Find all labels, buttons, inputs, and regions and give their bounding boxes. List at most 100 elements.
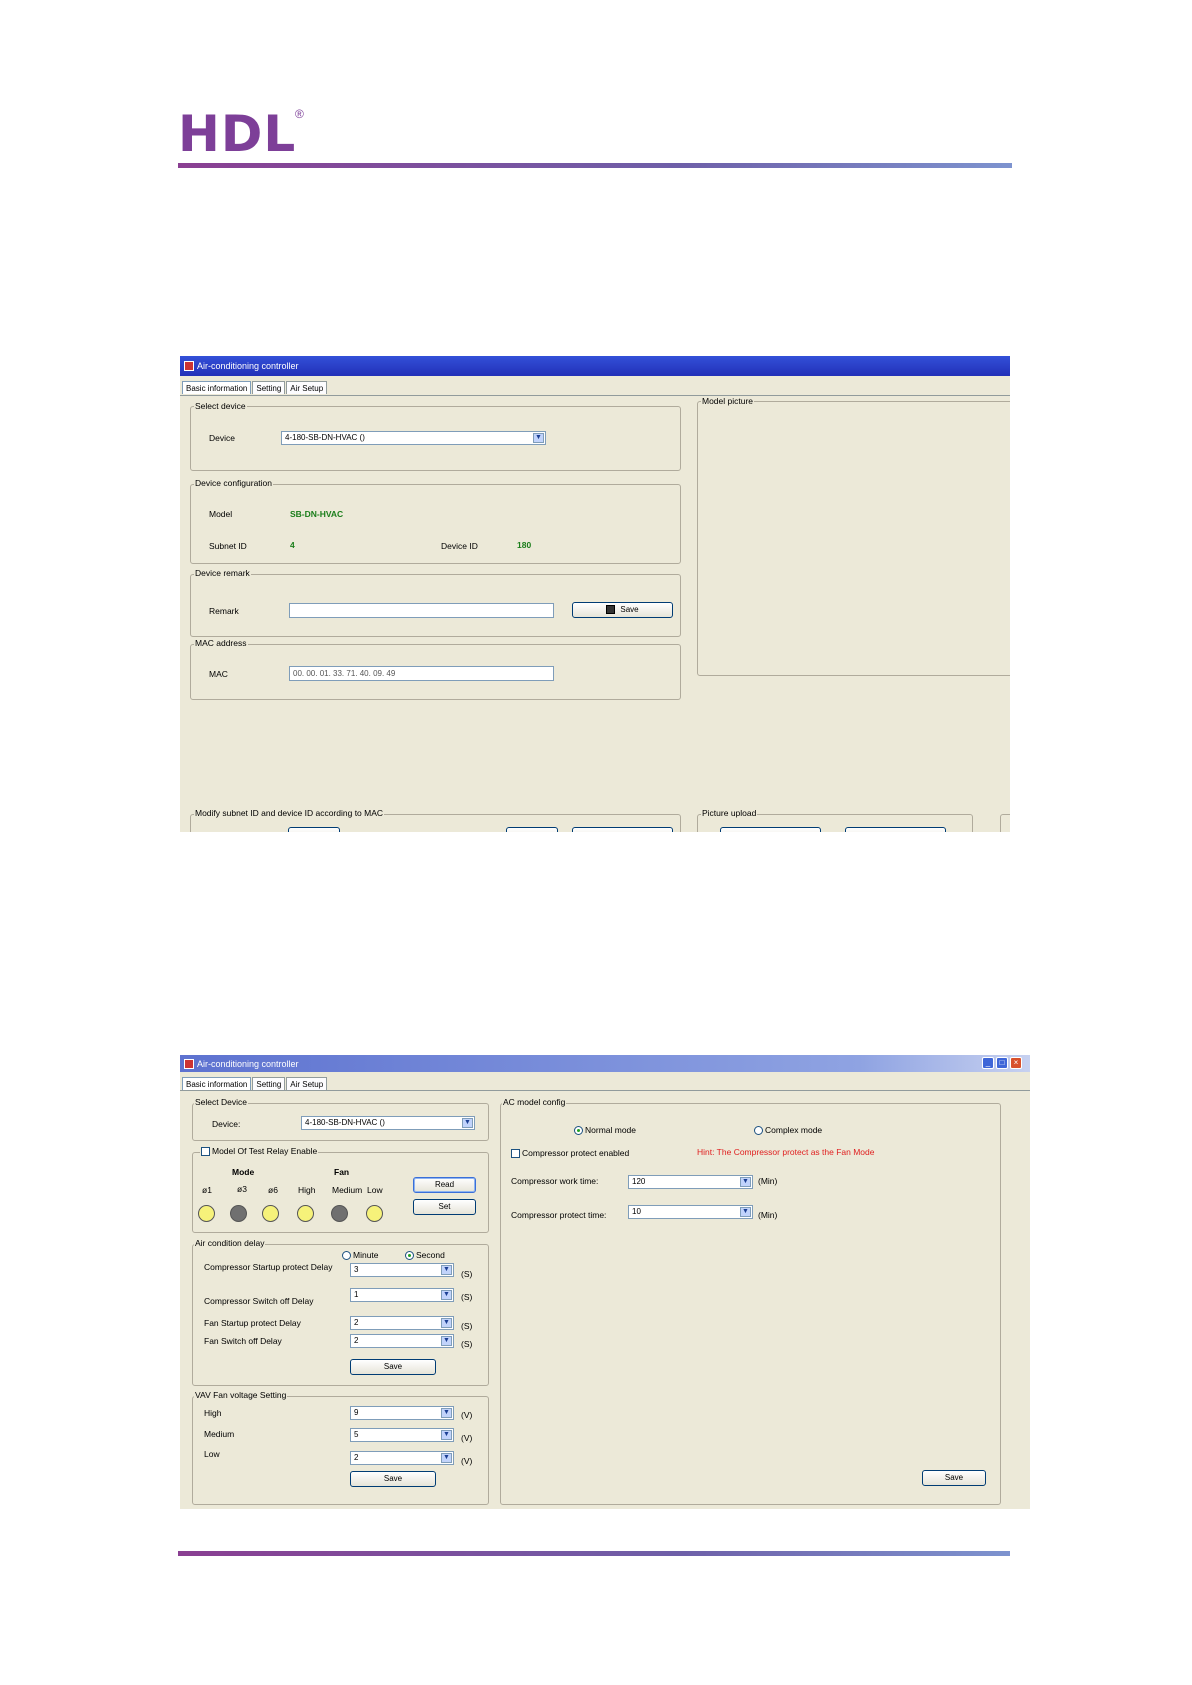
checkbox-icon [511, 1149, 520, 1159]
modify-button-c[interactable] [572, 827, 673, 832]
tab-setting[interactable]: Setting [252, 1077, 286, 1090]
complex-mode-radio[interactable]: Complex mode [754, 1125, 822, 1136]
select-value: 1 [354, 1290, 359, 1299]
fan-header: Fan [334, 1167, 350, 1177]
device-id-value: 180 [517, 540, 532, 550]
vav-select-high[interactable]: 9 ▼ [350, 1406, 454, 1420]
tab-basic-information[interactable]: Basic information [182, 381, 252, 394]
upload-button-b[interactable] [845, 827, 946, 832]
tab-setting[interactable]: Setting [252, 381, 286, 394]
chevron-down-icon: ▼ [533, 433, 544, 443]
device-select[interactable]: 4-180-SB-DN-HVAC () ▼ [281, 431, 546, 445]
device-label: Device [209, 433, 235, 443]
normal-mode-radio[interactable]: Normal mode [574, 1125, 637, 1136]
delay-select-4[interactable]: 2 ▼ [350, 1334, 454, 1348]
vav-save-button[interactable]: Save [350, 1471, 436, 1487]
delay-select-1[interactable]: 3 ▼ [350, 1263, 454, 1277]
vav-select-medium[interactable]: 5 ▼ [350, 1428, 454, 1442]
compressor-protect-label: Compressor protect enabled [522, 1148, 630, 1158]
mac-input[interactable]: 00. 00. 01. 33. 71. 40. 09. 49 [289, 666, 554, 681]
relay-led-2[interactable] [230, 1205, 247, 1222]
group-legend: Device configuration [194, 478, 274, 488]
remark-input[interactable] [289, 603, 554, 618]
relay-led-1[interactable] [198, 1205, 215, 1222]
select-value: 2 [354, 1318, 359, 1327]
title-bar: Air-conditioning controller [180, 356, 1010, 376]
vav-label-medium: Medium [204, 1429, 235, 1439]
remark-save-button[interactable]: Save [572, 602, 673, 618]
modify-button-a[interactable] [288, 827, 340, 832]
window-basic-info: Air-conditioning controller Basic inform… [180, 356, 1010, 832]
footer-rule [178, 1551, 1010, 1556]
device-config-group [190, 484, 681, 564]
device-id-label: Device ID [441, 541, 478, 551]
relay-led-5[interactable] [331, 1205, 348, 1222]
vav-label-low: Low [204, 1449, 220, 1459]
delay-select-3[interactable]: 2 ▼ [350, 1316, 454, 1330]
second-label: Second [416, 1250, 445, 1260]
relay-label-5: Medium [332, 1185, 363, 1195]
radio-icon [342, 1251, 351, 1261]
group-legend: Air condition delay [194, 1238, 266, 1248]
radio-icon [574, 1126, 583, 1136]
subnet-id-value: 4 [290, 540, 295, 550]
tab-air-setup[interactable]: Air Setup [286, 1077, 328, 1090]
vav-unit-medium: (V) [461, 1433, 473, 1443]
delay-select-2[interactable]: 1 ▼ [350, 1288, 454, 1302]
ac-save-button[interactable]: Save [922, 1470, 986, 1486]
select-value: 2 [354, 1453, 359, 1462]
delay-save-button[interactable]: Save [350, 1359, 436, 1375]
delay-unit-1: (S) [461, 1269, 473, 1279]
protect-time-select[interactable]: 10 ▼ [628, 1205, 753, 1219]
work-time-label: Compressor work time: [511, 1176, 599, 1186]
relay-led-6[interactable] [366, 1205, 383, 1222]
minute-radio[interactable]: Minute [342, 1250, 379, 1261]
group-legend: MAC address [194, 638, 248, 648]
chevron-down-icon: ▼ [441, 1265, 452, 1275]
vav-unit-high: (V) [461, 1410, 473, 1420]
upload-button-a[interactable] [720, 827, 821, 832]
tab-air-setup[interactable]: Air Setup [286, 381, 328, 394]
delay-unit-3: (S) [461, 1321, 473, 1331]
normal-mode-label: Normal mode [585, 1125, 637, 1135]
minimize-icon[interactable]: _ [982, 1057, 994, 1069]
select-value: 10 [632, 1207, 641, 1216]
group-legend: VAV Fan voltage Setting [194, 1390, 288, 1400]
radio-icon [754, 1126, 763, 1136]
delay-label-3: Fan Startup protect Delay [204, 1318, 301, 1328]
maximize-icon[interactable]: □ [996, 1057, 1008, 1069]
select-value: 5 [354, 1430, 359, 1439]
delay-label-1: Compressor Startup protect Delay [204, 1262, 333, 1272]
relay-label-6: Low [367, 1185, 383, 1195]
compressor-protect-checkbox[interactable]: Compressor protect enabled [511, 1148, 630, 1159]
model-picture-group [697, 401, 1010, 676]
relay-enable-checkbox[interactable]: Model Of Test Relay Enable [200, 1146, 319, 1157]
relay-led-4[interactable] [297, 1205, 314, 1222]
second-radio[interactable]: Second [405, 1250, 445, 1261]
model-value: SB-DN-HVAC [290, 509, 344, 519]
set-button[interactable]: Set [413, 1199, 476, 1215]
read-button[interactable]: Read [413, 1177, 476, 1193]
window-setting: Air-conditioning controller _ □ × Basic … [180, 1055, 1030, 1509]
relay-led-3[interactable] [262, 1205, 279, 1222]
tab-basic-information[interactable]: Basic information [182, 1077, 252, 1090]
protect-time-label: Compressor protect time: [511, 1210, 607, 1220]
close-icon[interactable]: × [1010, 1057, 1022, 1069]
header-rule [178, 163, 1012, 168]
vav-label-high: High [204, 1408, 222, 1418]
device-select-value: 4-180-SB-DN-HVAC () [285, 433, 365, 442]
minute-label: Minute [353, 1250, 379, 1260]
device-select[interactable]: 4-180-SB-DN-HVAC () ▼ [301, 1116, 475, 1130]
tab-content: Select Device Device: 4-180-SB-DN-HVAC (… [180, 1090, 1030, 1509]
window-title: Air-conditioning controller [197, 361, 299, 371]
chevron-down-icon: ▼ [441, 1408, 452, 1418]
group-legend: Modify subnet ID and device ID according… [194, 808, 385, 818]
modify-button-b[interactable] [506, 827, 558, 832]
group-legend: Select device [194, 401, 247, 411]
chevron-down-icon: ▼ [441, 1430, 452, 1440]
app-icon [184, 361, 194, 371]
vav-unit-low: (V) [461, 1456, 473, 1466]
vav-select-low[interactable]: 2 ▼ [350, 1451, 454, 1465]
work-time-select[interactable]: 120 ▼ [628, 1175, 753, 1189]
device-select-value: 4-180-SB-DN-HVAC () [305, 1118, 385, 1127]
